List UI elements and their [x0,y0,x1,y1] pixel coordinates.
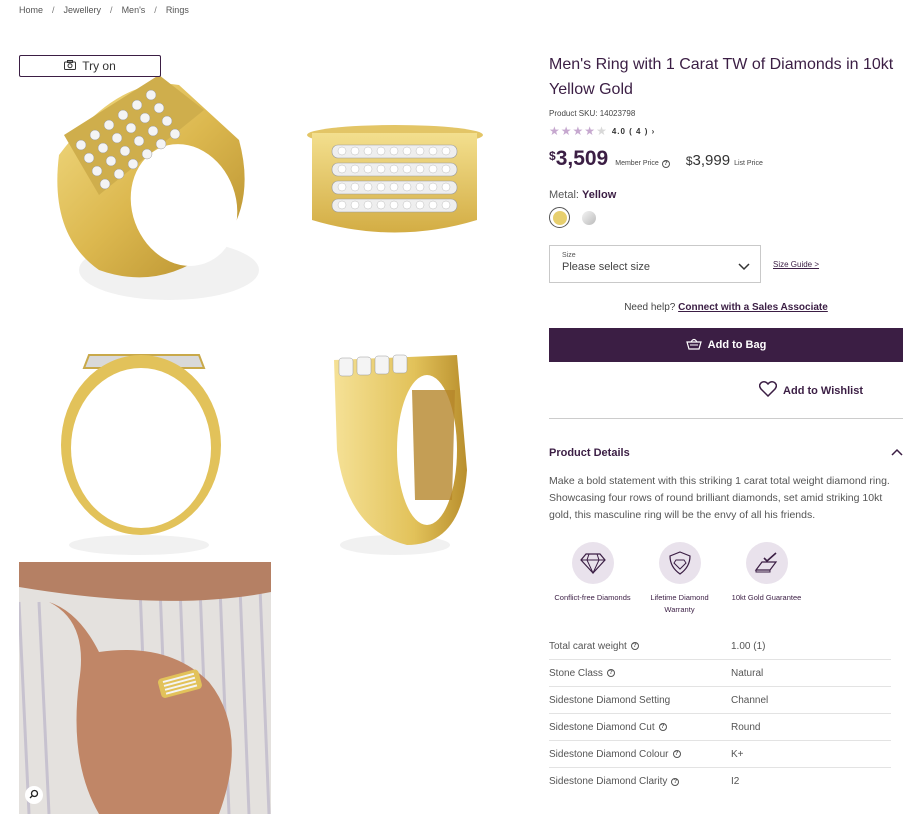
star-icon: ★ [560,124,572,138]
product-sku: Product SKU: 14023798 [549,109,636,118]
product-image-model[interactable] [19,562,271,814]
info-icon[interactable]: ? [671,777,680,786]
breadcrumb-jewellery[interactable]: Jewellery [64,5,102,15]
metal-value: Yellow [582,189,617,201]
search-icon [29,786,39,804]
size-guide-link[interactable]: Size Guide > [773,260,819,269]
size-select[interactable]: Size Please select size [549,245,761,283]
spec-row: Total carat weight? 1.00 (1) [549,633,891,660]
spec-table: Total carat weight? 1.00 (1) Stone Class… [549,633,891,795]
feature-gold-guarantee: 10kt Gold Guarantee [723,542,810,616]
info-icon[interactable]: ? [606,669,615,677]
product-title: Men's Ring with 1 Carat TW of Diamonds i… [549,56,894,98]
size-row: Size Please select size Size Guide > [549,245,903,283]
feature-conflict-free: Conflict-free Diamonds [549,542,636,616]
camera-icon [64,59,77,73]
feature-lifetime-warranty: Lifetime Diamond Warranty [636,542,723,616]
add-to-bag-button[interactable]: Add to Bag [549,328,903,362]
metal-label: Metal: Yellow [549,189,617,201]
size-select-value: Please select size [562,261,651,273]
rating-text: 4.0 ( 4 ) › [611,126,656,136]
product-image-profile[interactable] [287,330,502,560]
member-price: $3,509 [549,147,609,170]
chevron-down-icon [738,258,750,276]
spec-row: Sidestone Diamond Clarity? I2 [549,776,740,787]
info-icon[interactable]: ? [661,159,670,168]
list-price-label: List Price [734,160,763,167]
swatch-yellow[interactable] [549,207,570,228]
star-empty-icon: ★ [596,124,607,138]
spec-row: Sidestone Diamond Colour? K+ [549,741,891,768]
product-description: Make a bold statement with this striking… [549,475,890,521]
product-gallery: Try on [19,55,502,815]
spec-row: Sidestone Diamond Setting Channel [549,687,891,714]
divider [549,418,903,419]
breadcrumb-mens[interactable]: Men's [122,5,146,15]
product-rating[interactable]: ★ ★ ★ ★ ★ 4.0 ( 4 ) › [549,125,903,137]
spec-row: Stone Class? Natural [549,660,891,687]
breadcrumb-separator: / [110,5,113,15]
gold-bar-check-icon [745,542,788,584]
wishlist-label: Add to Wishlist [783,384,863,397]
try-on-button[interactable]: Try on [19,55,161,77]
chevron-up-icon [891,447,903,459]
breadcrumb-separator: / [154,5,157,15]
zoom-button[interactable] [25,786,43,804]
price-row: $3,509 Member Price ? $3,999 List Price [549,147,903,171]
product-image-angle[interactable] [19,55,259,305]
star-icon: ★ [549,124,560,138]
diamond-icon [571,542,614,584]
product-image-side[interactable] [19,330,259,560]
feature-badges: Conflict-free Diamonds Lifetime Diamond … [549,542,903,616]
spec-row: Sidestone Diamond Cut? Round [549,714,891,741]
star-icon: ★ [572,124,584,138]
shield-diamond-icon [658,542,701,584]
heart-icon [758,381,778,400]
swatch-white[interactable] [578,207,599,228]
sales-associate-link[interactable]: Connect with a Sales Associate [678,302,828,313]
metal-swatches [549,207,903,228]
info-icon[interactable]: ? [672,750,681,758]
star-icon: ★ [584,124,596,138]
breadcrumb-home[interactable]: Home [19,5,43,15]
breadcrumb: Home / Jewellery / Men's / Rings [19,5,189,15]
add-to-wishlist-button[interactable]: Add to Wishlist [549,381,903,400]
product-image-top[interactable] [287,55,502,305]
info-icon[interactable]: ? [658,723,667,731]
product-details-heading: Product Details [549,447,630,459]
breadcrumb-separator: / [52,5,55,15]
member-price-label: Member Price ? [615,159,670,168]
try-on-label: Try on [82,59,116,73]
add-to-bag-label: Add to Bag [707,339,767,351]
list-price: $3,999 [685,152,731,169]
info-icon[interactable]: ? [630,642,639,650]
help-row: Need help? Connect with a Sales Associat… [624,302,828,313]
product-info: Men's Ring with 1 Carat TW of Diamonds i… [549,52,903,795]
product-details-toggle[interactable]: Product Details [549,447,903,459]
size-select-label: Size [562,252,576,259]
breadcrumb-rings[interactable]: Rings [166,5,189,15]
basket-icon [685,337,702,353]
